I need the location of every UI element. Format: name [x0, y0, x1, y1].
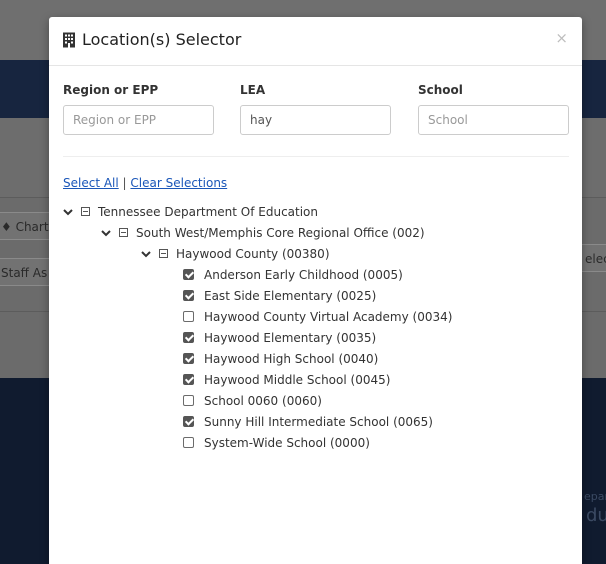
backdrop-staff-button: Staff As: [0, 258, 56, 286]
checkbox-checked[interactable]: [183, 332, 194, 343]
tree-node-school[interactable]: East Side Elementary (0025): [183, 285, 452, 306]
region-input[interactable]: [63, 105, 214, 135]
location-selector-modal: Location(s) Selector × Region or EPP LEA…: [49, 17, 582, 564]
minus-square-icon[interactable]: [159, 249, 168, 258]
backdrop-footer-text: epar: [584, 490, 606, 503]
tree-node-label[interactable]: South West/Memphis Core Regional Office …: [136, 226, 425, 240]
backdrop-footer-text: du: [586, 505, 606, 526]
school-filter: School: [418, 83, 569, 135]
school-label: School: [418, 83, 463, 97]
tree-node-root: Tennessee Department Of Education: [63, 201, 452, 222]
school-label[interactable]: Anderson Early Childhood (0005): [204, 268, 403, 282]
tree-node-label[interactable]: Tennessee Department Of Education: [98, 205, 318, 219]
checkbox-checked[interactable]: [183, 353, 194, 364]
minus-square-icon[interactable]: [119, 228, 128, 237]
tree-node-school[interactable]: Haywood Middle School (0045): [183, 369, 452, 390]
tree-node-school[interactable]: Sunny Hill Intermediate School (0065): [183, 411, 452, 432]
region-label: Region or EPP: [63, 83, 159, 97]
modal-title-text: Location(s) Selector: [82, 30, 242, 49]
backdrop-select-button: elec: [578, 244, 606, 272]
tree-node-label[interactable]: Haywood County (00380): [176, 247, 330, 261]
chevron-down-icon[interactable]: [101, 228, 111, 238]
school-label[interactable]: Haywood High School (0040): [204, 352, 378, 366]
school-label[interactable]: Sunny Hill Intermediate School (0065): [204, 415, 433, 429]
tree-node-school[interactable]: School 0060 (0060): [183, 390, 452, 411]
select-all-link[interactable]: Select All: [63, 176, 119, 190]
checkbox-checked[interactable]: [183, 374, 194, 385]
checkbox-unchecked[interactable]: [183, 437, 194, 448]
lea-input[interactable]: [240, 105, 391, 135]
chevron-down-icon[interactable]: [141, 249, 151, 259]
checkbox-unchecked[interactable]: [183, 311, 194, 322]
checkbox-unchecked[interactable]: [183, 395, 194, 406]
tree-node-school[interactable]: Anderson Early Childhood (0005): [183, 264, 452, 285]
tree-node-school[interactable]: System-Wide School (0000): [183, 432, 452, 453]
tree-node-region: South West/Memphis Core Regional Office …: [101, 222, 452, 243]
school-label[interactable]: East Side Elementary (0025): [204, 289, 376, 303]
building-icon: [63, 32, 75, 47]
close-icon[interactable]: ×: [555, 29, 568, 47]
school-label[interactable]: Haywood County Virtual Academy (0034): [204, 310, 452, 324]
lea-filter: LEA: [240, 83, 391, 135]
modal-title: Location(s) Selector: [62, 30, 241, 49]
link-separator: |: [122, 176, 127, 190]
divider: [63, 156, 569, 157]
school-label[interactable]: Haywood Middle School (0045): [204, 373, 390, 387]
lea-label: LEA: [240, 83, 266, 97]
checkbox-checked[interactable]: [183, 416, 194, 427]
filter-row: Region or EPP LEA School: [63, 83, 569, 137]
clear-selections-link[interactable]: Clear Selections: [130, 176, 227, 190]
minus-square-icon[interactable]: [81, 207, 90, 216]
tree-node-district: Haywood County (00380): [141, 243, 452, 264]
school-label[interactable]: Haywood Elementary (0035): [204, 331, 376, 345]
tree-node-school[interactable]: Haywood Elementary (0035): [183, 327, 452, 348]
school-input[interactable]: [418, 105, 569, 135]
school-label[interactable]: System-Wide School (0000): [204, 436, 370, 450]
modal-header: Location(s) Selector ×: [49, 17, 582, 66]
tree-node-school[interactable]: Haywood High School (0040): [183, 348, 452, 369]
region-filter: Region or EPP: [63, 83, 214, 135]
school-list: Anderson Early Childhood (0005) East Side…: [63, 264, 452, 453]
selection-links: Select All | Clear Selections: [63, 176, 227, 190]
tree-node-school[interactable]: Haywood County Virtual Academy (0034): [183, 306, 452, 327]
backdrop-chart-button: ♦ Chart: [0, 212, 56, 240]
checkbox-checked[interactable]: [183, 269, 194, 280]
chevron-down-icon[interactable]: [63, 207, 73, 217]
school-label[interactable]: School 0060 (0060): [204, 394, 322, 408]
checkbox-checked[interactable]: [183, 290, 194, 301]
location-tree: Tennessee Department Of Education South …: [63, 201, 452, 453]
